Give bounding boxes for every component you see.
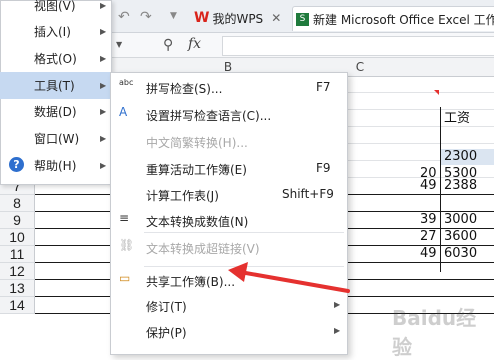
annotation-arrow bbox=[228, 262, 350, 293]
watermark: Baidu经验 bbox=[392, 306, 477, 359]
